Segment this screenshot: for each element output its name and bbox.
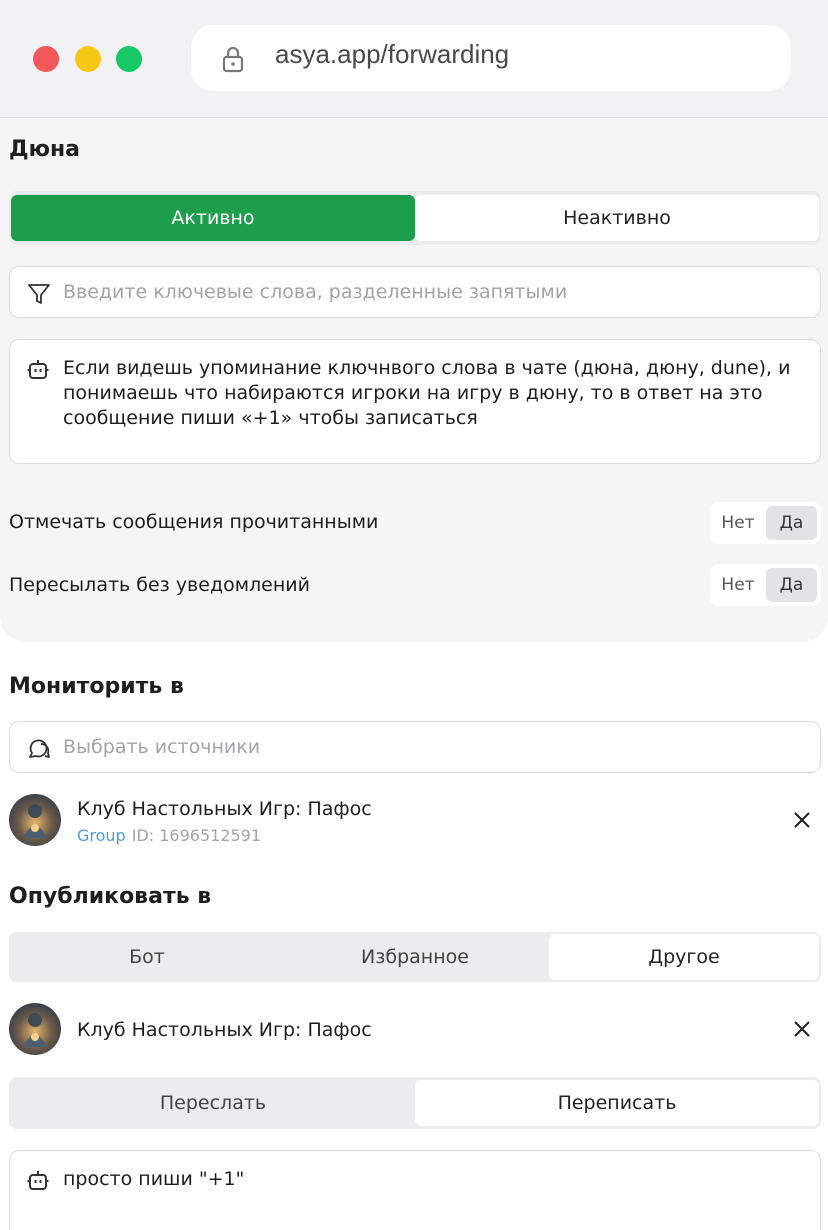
mark-read-yes[interactable]: Да <box>766 506 817 540</box>
target-name: Клуб Настольных Игр: Пафос <box>77 1019 372 1041</box>
browser-bar: asya.app/forwarding <box>0 0 828 118</box>
publish-target-tabs: Бот Избранное Другое <box>9 932 821 982</box>
rewrite-prompt-text: просто пиши "+1" <box>63 1168 245 1190</box>
address-bar[interactable]: asya.app/forwarding <box>191 25 791 91</box>
minimize-window-button[interactable] <box>75 46 101 72</box>
source-id: ID: 1696512591 <box>131 826 262 845</box>
lock-icon <box>222 46 244 73</box>
tab-favorites[interactable]: Избранное <box>281 935 549 979</box>
url-text: asya.app/forwarding <box>275 39 510 69</box>
silent-forward-no[interactable]: Нет <box>710 564 766 606</box>
silent-forward-toggle: Нет Да <box>710 564 821 606</box>
mark-read-label: Отмечать сообщения прочитанными <box>9 511 379 533</box>
silent-forward-yes[interactable]: Да <box>766 568 817 602</box>
filter-icon <box>28 284 50 304</box>
bot-icon <box>27 360 49 379</box>
source-meta: Group ID: 1696512591 <box>77 826 261 845</box>
ai-prompt-field[interactable]: Если видешь упоминание ключнвого слова в… <box>9 339 821 464</box>
tab-forward[interactable]: Переслать <box>11 1080 415 1126</box>
maximize-window-button[interactable] <box>116 46 142 72</box>
publish-mode-tabs: Переслать Переписать <box>9 1077 821 1129</box>
remove-target-close-icon[interactable] <box>792 1019 812 1039</box>
rewrite-prompt-field[interactable]: просто пиши "+1" <box>9 1150 821 1230</box>
publish-title: Опубликовать в <box>9 884 212 909</box>
status-toggle: Активно Неактивно <box>9 191 821 245</box>
tab-active[interactable]: Активно <box>11 195 415 241</box>
rule-title: Дюна <box>9 137 81 162</box>
tab-other[interactable]: Другое <box>549 934 819 980</box>
source-name: Клуб Настольных Игр: Пафос <box>77 798 372 820</box>
mark-read-toggle: Нет Да <box>710 502 821 544</box>
tab-bot[interactable]: Бот <box>13 935 281 979</box>
mark-read-no[interactable]: Нет <box>710 502 766 544</box>
bot-icon <box>27 1171 49 1190</box>
target-avatar <box>9 1003 61 1055</box>
sources-input[interactable]: Выбрать источники <box>9 721 821 773</box>
silent-forward-label: Пересылать без уведомлений <box>9 574 310 596</box>
remove-source-close-icon[interactable] <box>792 810 812 830</box>
keywords-placeholder: Введите ключевые слова, разделенные запя… <box>63 281 568 303</box>
monitor-title: Мониторить в <box>9 674 184 699</box>
ai-prompt-text: Если видешь упоминание ключнвого слова в… <box>63 357 791 429</box>
chat-bubbles-icon <box>29 739 50 758</box>
tab-inactive[interactable]: Неактивно <box>415 195 819 241</box>
keywords-input[interactable]: Введите ключевые слова, разделенные запя… <box>9 266 821 318</box>
source-type: Group <box>77 826 126 845</box>
sources-placeholder: Выбрать источники <box>63 736 261 758</box>
source-avatar <box>9 794 61 846</box>
tab-rewrite[interactable]: Переписать <box>415 1080 819 1126</box>
close-window-button[interactable] <box>33 46 59 72</box>
